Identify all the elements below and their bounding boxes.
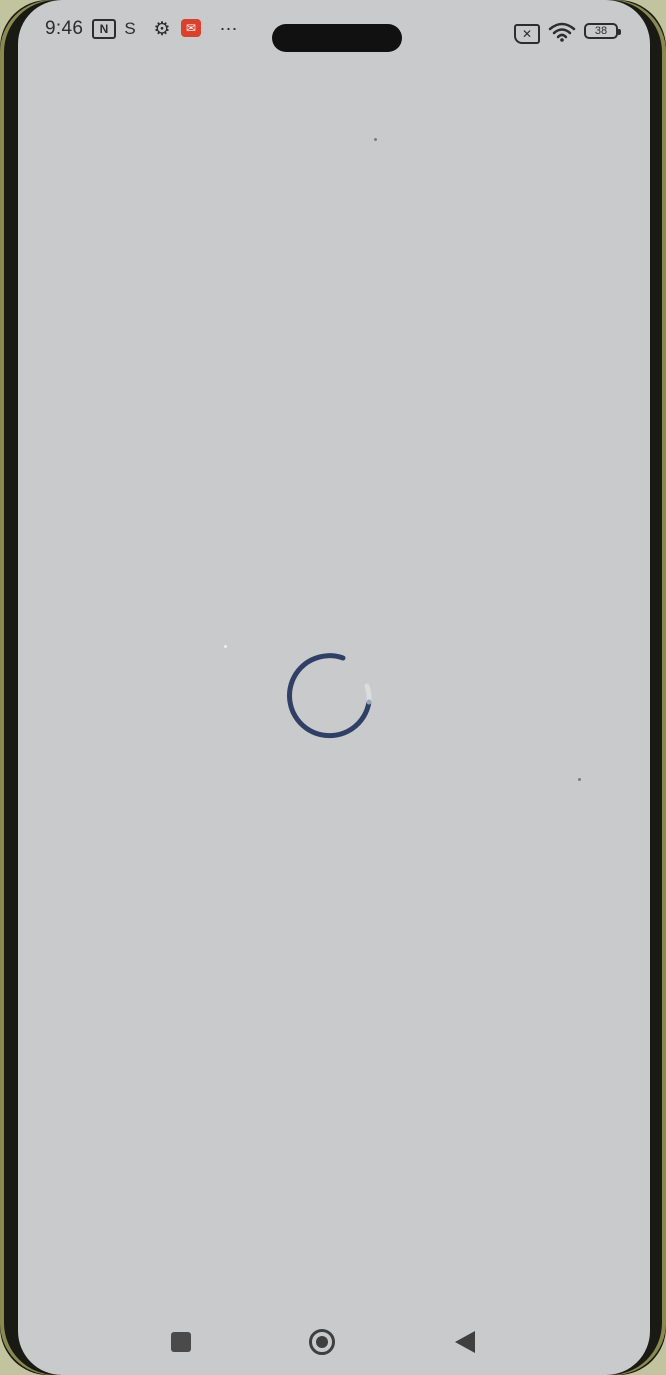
mail-icon: ✉ xyxy=(181,19,201,37)
wifi-icon xyxy=(548,22,576,42)
home-icon xyxy=(309,1329,335,1355)
status-time: 9:46 xyxy=(45,18,84,39)
more-icon: ⋯ xyxy=(219,18,239,39)
battery-level: 38 xyxy=(594,25,608,37)
screen-speck xyxy=(578,778,581,781)
screen: 9:46 N S ⚙ ✉ ⋯ ✕ 38 xyxy=(18,0,650,1375)
camera-cutout xyxy=(272,24,402,52)
nfc-icon: N xyxy=(92,19,116,39)
no-sim-icon: ✕ xyxy=(514,24,540,44)
sim-icon: S xyxy=(124,19,136,38)
settings-icon: ⚙ xyxy=(153,18,171,40)
recents-button[interactable] xyxy=(161,1320,201,1364)
recents-icon xyxy=(171,1332,191,1352)
battery-icon: 38 xyxy=(584,23,621,39)
back-icon xyxy=(455,1331,475,1353)
back-button[interactable] xyxy=(445,1320,485,1364)
home-button[interactable] xyxy=(302,1320,342,1364)
screen-speck xyxy=(374,138,377,141)
loading-spinner xyxy=(287,653,372,739)
screen-speck xyxy=(224,645,227,648)
